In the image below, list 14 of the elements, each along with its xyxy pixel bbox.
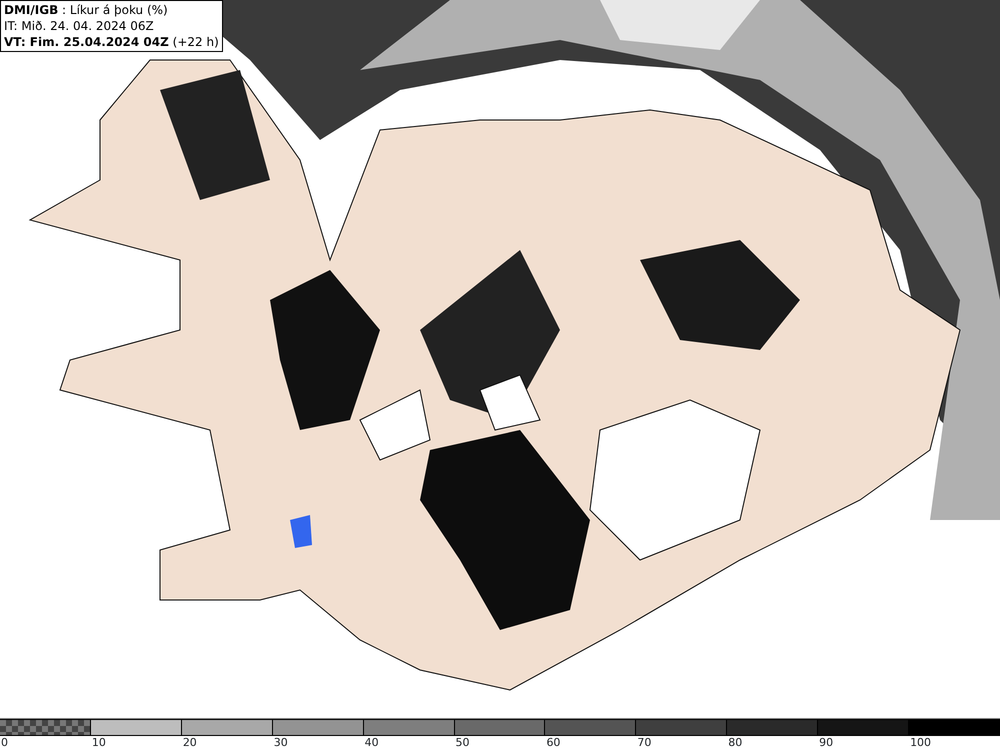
legend-label: 40: [364, 736, 379, 750]
legend-label: 10: [90, 736, 106, 750]
legend-label: 0: [0, 736, 8, 750]
valid-time: VT: Fim. 25.04.2024 04Z (+22 h): [4, 34, 219, 50]
legend-label: 20: [182, 736, 197, 750]
legend-label: 50: [454, 736, 470, 750]
source-title: DMI/IGB : Líkur á þoku (%): [4, 2, 169, 18]
issue-time: IT: Mið. 24. 04. 2024 06Z: [4, 18, 155, 34]
legend-label: 90: [818, 736, 834, 750]
legend-label: 60: [545, 736, 560, 750]
legend-label: 30: [272, 736, 288, 750]
legend-label: 80: [727, 736, 742, 750]
legend-label: 70: [636, 736, 652, 750]
legend-label: 100: [909, 736, 932, 750]
